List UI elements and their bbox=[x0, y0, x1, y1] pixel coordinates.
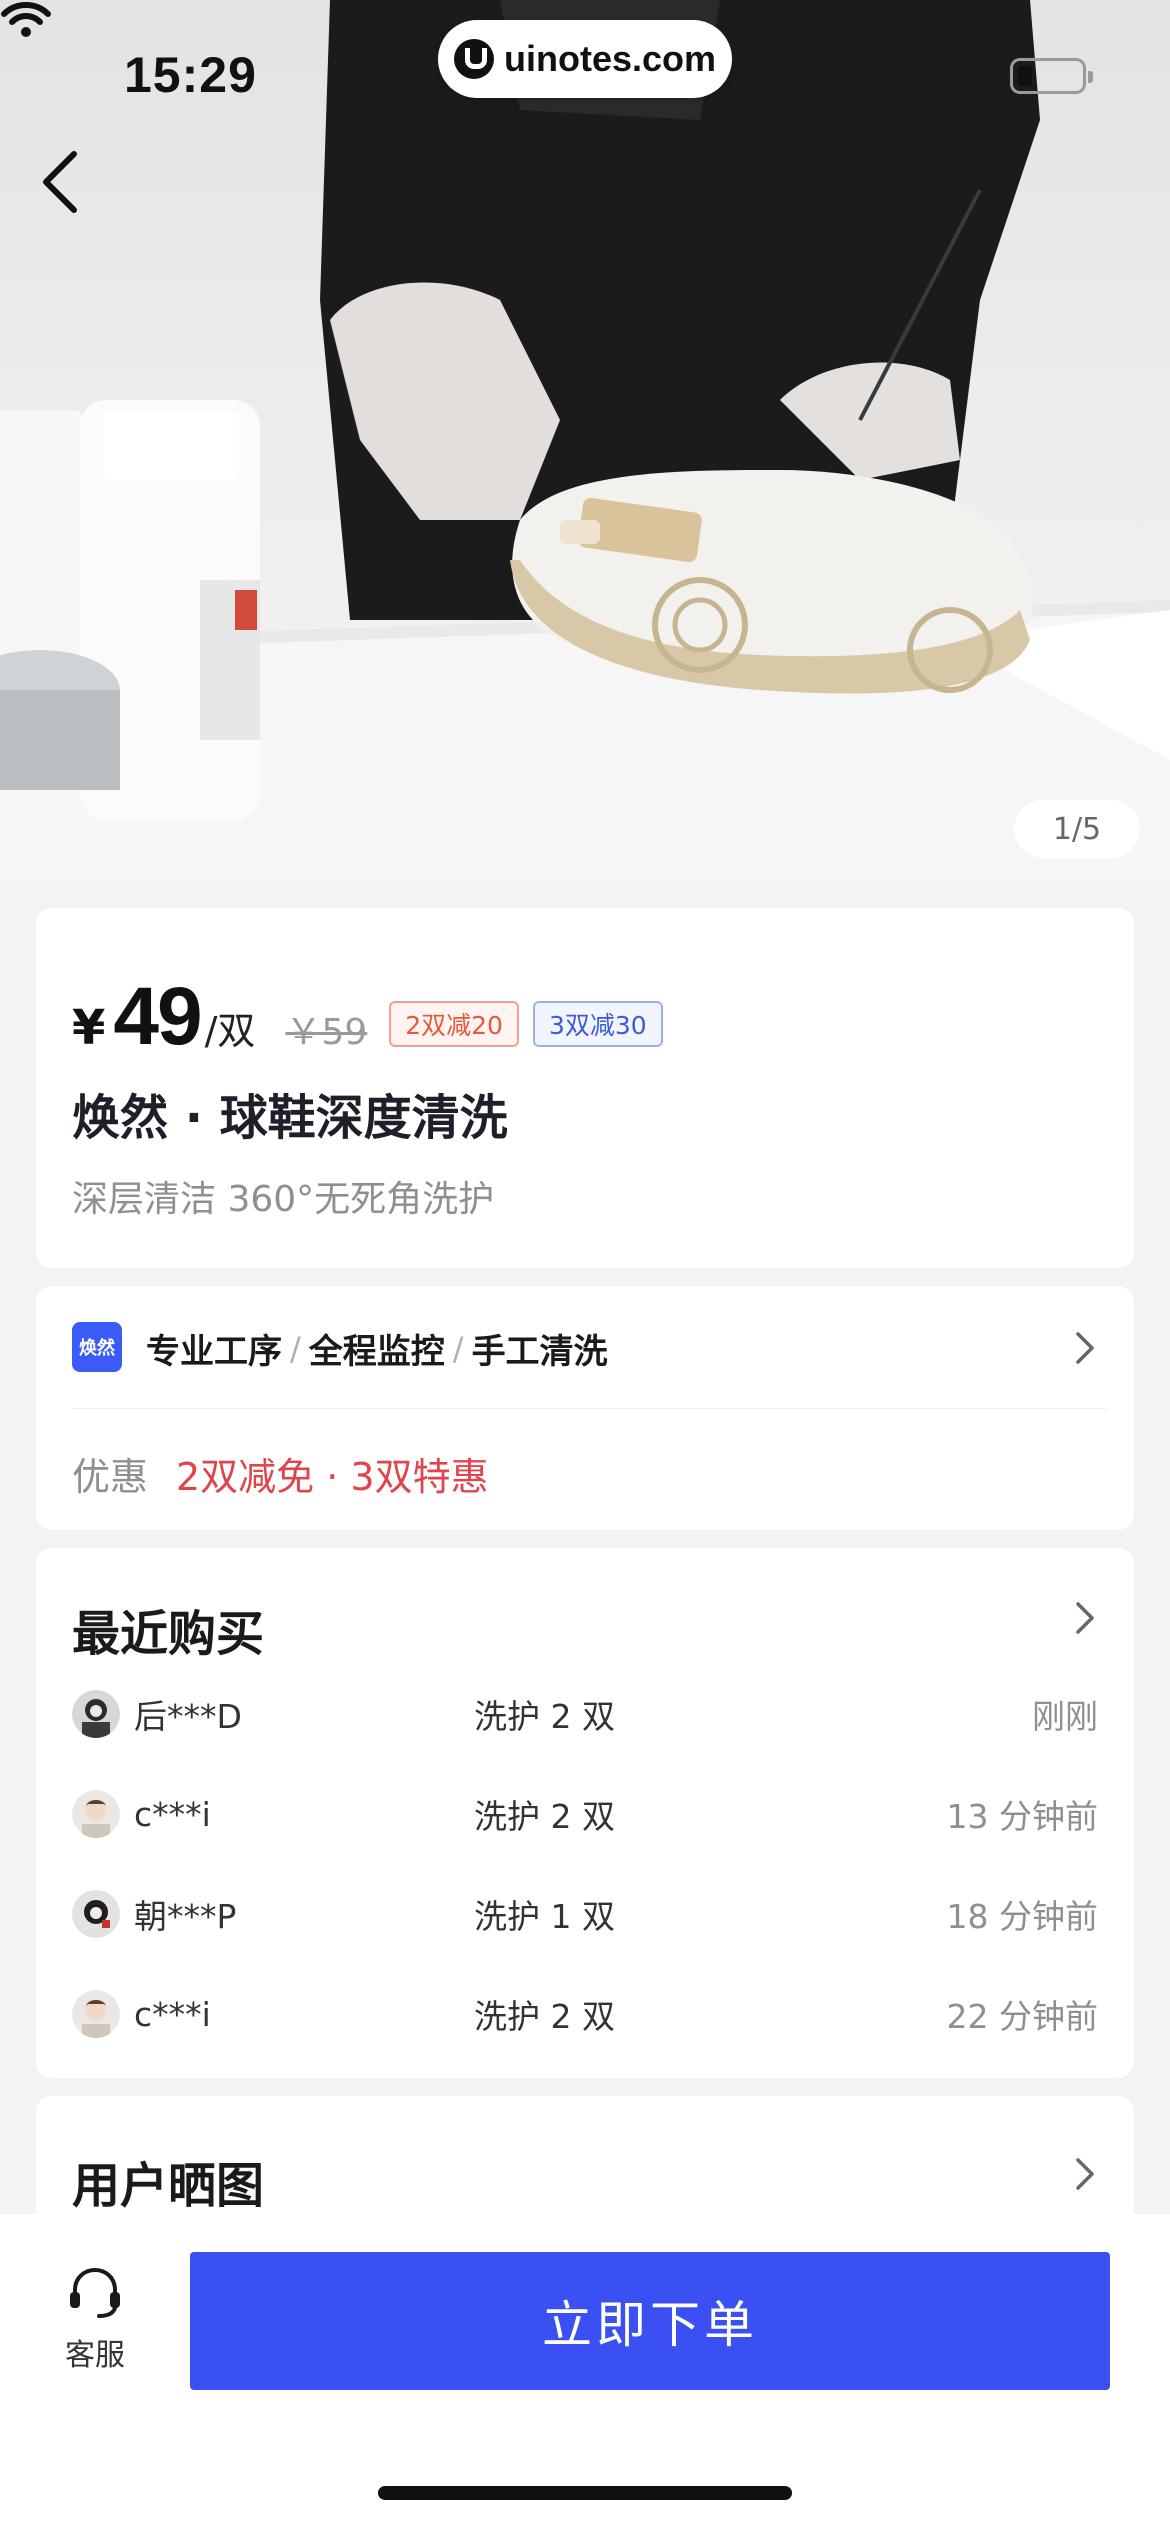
purchase-item: 洗护 2 双 bbox=[474, 1997, 615, 2036]
bottom-action-bar: 客服 立即下单 bbox=[0, 2214, 1170, 2532]
feature-separator: / bbox=[290, 1329, 301, 1368]
recent-row: c***i 洗护 2 双 22 分钟前 bbox=[72, 1984, 1098, 2044]
url-pill: uinotes.com bbox=[438, 20, 732, 98]
avatar bbox=[72, 1790, 120, 1838]
avatar bbox=[72, 1690, 120, 1738]
page-indicator: 1/5 bbox=[1014, 800, 1140, 858]
price-card: ¥ 49 /双 ￥59 2双减20 3双减30 焕然 · 球鞋深度清洗 深层清洁… bbox=[36, 908, 1134, 1268]
uinotes-logo-icon bbox=[453, 39, 494, 79]
hero-image-carousel[interactable]: 15:29 uinotes.com 1/5 bbox=[0, 0, 1170, 880]
purchase-item: 洗护 2 双 bbox=[474, 1697, 615, 1736]
battery-icon bbox=[1010, 58, 1093, 94]
product-title: 焕然 · 球鞋深度清洗 bbox=[72, 1090, 508, 1146]
back-icon bbox=[43, 151, 77, 213]
recent-row: 朝***P 洗护 1 双 18 分钟前 bbox=[72, 1884, 1098, 1944]
headset-icon bbox=[70, 2267, 120, 2318]
purchase-time: 刚刚 bbox=[1032, 1697, 1098, 1736]
recent-purchases-title: 最近购买 bbox=[72, 1606, 265, 1662]
purchase-time: 22 分钟前 bbox=[946, 1997, 1098, 2036]
brand-badge: 焕然 bbox=[72, 1322, 122, 1372]
buyer-name: 后***D bbox=[134, 1697, 242, 1736]
buyer-name: c***i bbox=[134, 1994, 211, 2034]
feature-item: 专业工序 bbox=[146, 1332, 282, 1372]
customer-service-button[interactable]: 客服 bbox=[40, 2262, 150, 2374]
recent-row: 后***D 洗护 2 双 刚刚 bbox=[72, 1684, 1098, 1744]
user-photos-title: 用户晒图 bbox=[72, 2158, 265, 2214]
recent-row: c***i 洗护 2 双 13 分钟前 bbox=[72, 1784, 1098, 1844]
product-subtitle: 深层清洁 360°无死角洗护 bbox=[72, 1179, 495, 1220]
divider bbox=[72, 1408, 1106, 1409]
back-button[interactable] bbox=[40, 150, 110, 240]
wifi-icon bbox=[1, 2, 51, 37]
feature-card: 焕然 专业工序 / 全程监控 / 手工清洗 优惠 2双减免 · 3双特惠 bbox=[36, 1286, 1134, 1530]
hero-photo bbox=[0, 0, 1170, 880]
discount-tag-2: 2双减20 bbox=[389, 1001, 519, 1047]
url-text: uinotes.com bbox=[503, 38, 717, 79]
buyer-name: c***i bbox=[134, 1794, 211, 1834]
feature-item: 全程监控 bbox=[308, 1332, 445, 1372]
price-unit: /双 bbox=[204, 1009, 256, 1053]
chevron-right-icon[interactable] bbox=[1070, 2154, 1100, 2194]
currency-symbol: ¥ bbox=[72, 1000, 106, 1056]
feature-list[interactable]: 专业工序 / 全程监控 / 手工清洗 bbox=[146, 1324, 608, 1373]
purchase-item: 洗护 1 双 bbox=[474, 1897, 615, 1936]
chevron-right-icon[interactable] bbox=[1070, 1598, 1100, 1638]
avatar bbox=[72, 1890, 120, 1938]
order-now-button[interactable]: 立即下单 bbox=[190, 2252, 1110, 2390]
purchase-time: 13 分钟前 bbox=[946, 1797, 1098, 1836]
purchase-time: 18 分钟前 bbox=[946, 1897, 1098, 1936]
discount-tag-3: 3双减30 bbox=[532, 1001, 663, 1047]
buyer-name: 朝***P bbox=[134, 1897, 237, 1936]
home-indicator bbox=[378, 2486, 792, 2500]
customer-service-label: 客服 bbox=[65, 2338, 125, 2373]
feature-item: 手工清洗 bbox=[471, 1332, 608, 1372]
status-time: 15:29 bbox=[124, 47, 257, 103]
price-row: ¥ 49 /双 ￥59 2双减20 3双减30 bbox=[72, 970, 663, 1064]
promo-value[interactable]: 2双减免 · 3双特惠 bbox=[176, 1446, 489, 1501]
promo-label: 优惠 bbox=[72, 1455, 149, 1499]
avatar bbox=[72, 1990, 120, 2038]
chevron-right-icon[interactable] bbox=[1070, 1328, 1100, 1368]
recent-purchases-card: 最近购买 后***D 洗护 2 双 刚刚 c***i 洗护 2 双 13 分钟前… bbox=[36, 1548, 1134, 2078]
purchase-item: 洗护 2 双 bbox=[474, 1797, 615, 1836]
original-price: ￥59 bbox=[285, 1012, 368, 1053]
feature-separator: / bbox=[452, 1329, 464, 1368]
price: 49 bbox=[113, 971, 202, 1062]
